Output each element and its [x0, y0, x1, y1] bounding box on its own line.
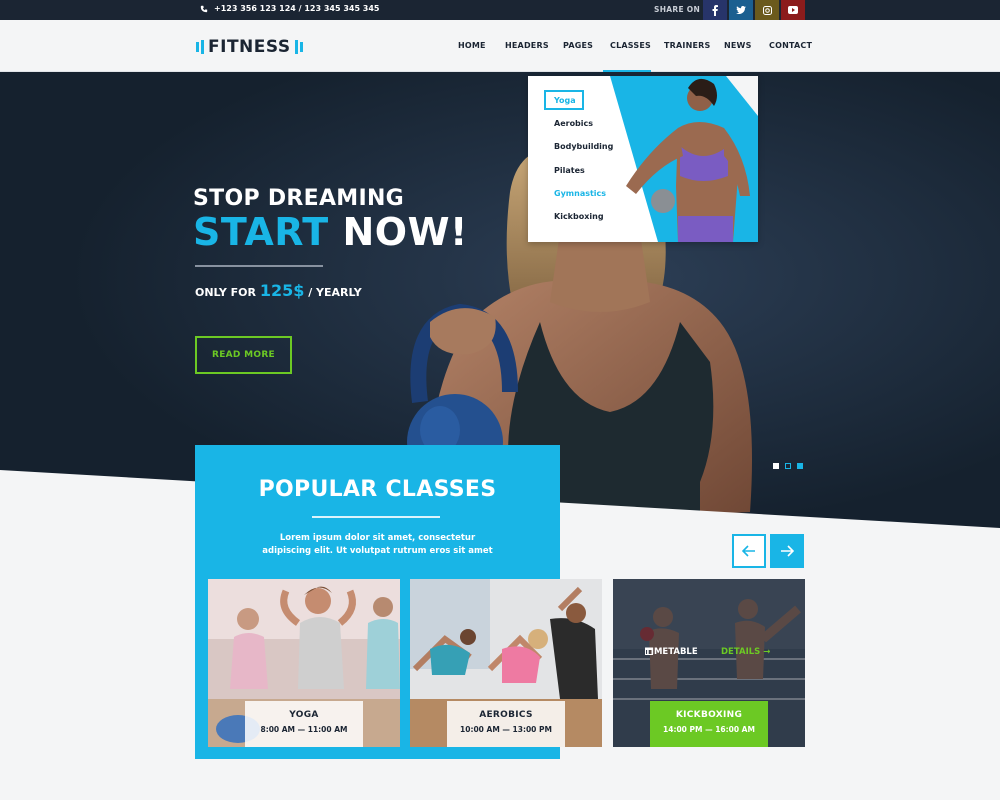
dropdown-item-yoga[interactable]: Yoga: [544, 90, 584, 110]
hero-subheading: START NOW!: [193, 210, 468, 254]
calendar-icon: [645, 647, 653, 655]
dropdown-item-pilates[interactable]: Pilates: [554, 166, 585, 175]
dropdown-item-gymnastics[interactable]: Gymnastics: [554, 189, 606, 198]
nav-item-news[interactable]: NEWS: [724, 41, 752, 50]
hero-rest-word: NOW!: [328, 210, 468, 254]
facebook-icon[interactable]: [703, 0, 727, 20]
nav-item-headers[interactable]: HEADERS: [505, 41, 549, 50]
class-label-kickboxing: KICKBOXING 14:00 PM — 16:00 AM: [650, 701, 768, 747]
class-name: KICKBOXING: [675, 710, 743, 720]
share-label: SHARE ON: [654, 5, 701, 14]
class-time: 10:00 AM — 13:00 PM: [460, 725, 552, 734]
class-label-aerobics: AEROBICS 10:00 AM — 13:00 PM: [447, 701, 565, 747]
class-time: 14:00 PM — 16:00 AM: [663, 725, 755, 734]
class-name: AEROBICS: [479, 710, 533, 720]
slider-dot-2[interactable]: [785, 463, 791, 469]
phone-icon: [200, 5, 208, 12]
dropdown-item-bodybuilding[interactable]: Bodybuilding: [554, 142, 613, 151]
arrow-right-icon: [781, 545, 794, 557]
class-time: 8:00 AM — 11:00 AM: [260, 725, 348, 734]
phone-info: +123 356 123 124 / 123 345 345 345: [200, 4, 380, 13]
carousel-controls: [732, 534, 804, 568]
class-card-aerobics[interactable]: AEROBICS 10:00 AM — 13:00 PM: [410, 579, 602, 747]
dropdown-item-aerobics[interactable]: Aerobics: [554, 119, 593, 128]
classes-dropdown-menu: Yoga Aerobics Bodybuilding Pilates Gymna…: [528, 76, 758, 242]
nav-item-classes[interactable]: CLASSES: [610, 41, 651, 50]
instagram-icon[interactable]: [755, 0, 779, 20]
class-card-yoga[interactable]: YOGA 8:00 AM — 11:00 AM: [208, 579, 400, 747]
prev-arrow-button[interactable]: [732, 534, 766, 568]
price-value: 125$: [259, 281, 305, 300]
youtube-icon[interactable]: [781, 0, 805, 20]
popular-divider: [312, 516, 440, 518]
popular-description-line1: Lorem ipsum dolor sit amet, consectetur: [279, 533, 476, 543]
slider-dot-3[interactable]: [797, 463, 803, 469]
dropdown-item-kickboxing[interactable]: Kickboxing: [554, 212, 604, 221]
next-arrow-button[interactable]: [770, 534, 804, 568]
timetable-link[interactable]: TIMETABLE: [645, 647, 698, 657]
popular-description-line2: adipiscing elit. Ut volutpat rutrum eros…: [262, 546, 493, 556]
popular-classes-title: POPULAR CLASSES: [258, 477, 497, 502]
slider-dots: [773, 463, 803, 469]
nav-item-trainers[interactable]: TRAINERS: [664, 41, 710, 50]
class-name: YOGA: [289, 710, 319, 720]
twitter-icon[interactable]: [729, 0, 753, 20]
nav-item-home[interactable]: HOME: [458, 41, 486, 50]
arrow-left-icon: [742, 545, 755, 557]
phone-numbers: +123 356 123 124 / 123 345 345 345: [214, 4, 380, 13]
hero-heading: STOP DREAMING: [193, 186, 405, 211]
class-label-yoga: YOGA 8:00 AM — 11:00 AM: [245, 701, 363, 747]
nav-item-contact[interactable]: CONTACT: [769, 41, 812, 50]
main-navbar: FITNESS HOME HEADERS PAGES CLASSES TRAIN…: [0, 20, 1000, 72]
hero-price: ONLY FOR 125$ / YEARLY: [195, 281, 362, 300]
popular-description: Lorem ipsum dolor sit amet, consectetur …: [195, 532, 560, 558]
nav-item-pages[interactable]: PAGES: [563, 41, 593, 50]
price-prefix: ONLY FOR: [195, 286, 260, 299]
nav-menu: HOME HEADERS PAGES CLASSES TRAINERS NEWS…: [0, 41, 1000, 72]
price-suffix: / YEARLY: [304, 286, 362, 299]
details-link[interactable]: DETAILS →: [721, 647, 770, 657]
top-bar: +123 356 123 124 / 123 345 345 345 SHARE…: [0, 0, 1000, 20]
slider-dot-1[interactable]: [773, 463, 779, 469]
hero-divider: [195, 265, 323, 267]
class-card-kickboxing[interactable]: TIMETABLE DETAILS → KICKBOXING 14:00 PM …: [613, 579, 805, 747]
read-more-button[interactable]: READ MORE: [195, 336, 292, 374]
hero-accent-word: START: [193, 210, 329, 254]
